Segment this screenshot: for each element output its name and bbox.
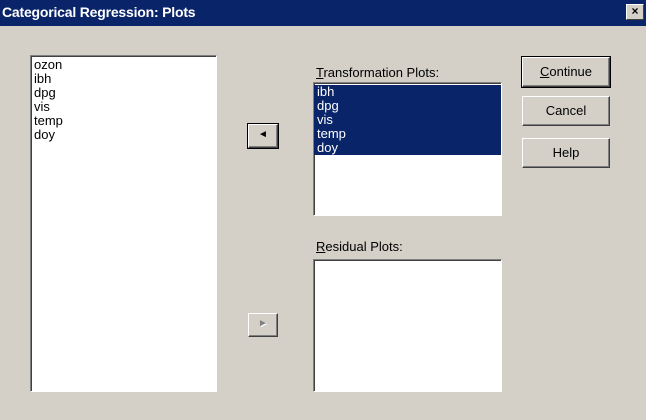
close-button[interactable]: ×: [626, 4, 644, 20]
list-item[interactable]: ibh: [314, 85, 501, 99]
list-item[interactable]: temp: [31, 114, 216, 128]
title-bar[interactable]: Categorical Regression: Plots ×: [0, 0, 646, 26]
arrow-left-icon: ◄: [258, 129, 268, 140]
arrow-right-icon: ►: [258, 318, 268, 329]
residual-plots-list[interactable]: [313, 259, 502, 392]
source-variable-list[interactable]: ozon ibh dpg vis temp doy: [30, 55, 217, 392]
help-button[interactable]: Help: [522, 138, 610, 168]
list-item[interactable]: ozon: [31, 58, 216, 72]
list-item[interactable]: vis: [314, 113, 501, 127]
transformation-plots-label: Transformation Plots:: [316, 65, 440, 80]
list-item[interactable]: dpg: [31, 86, 216, 100]
close-icon: ×: [631, 4, 639, 18]
dialog-title: Categorical Regression: Plots: [2, 4, 196, 20]
cancel-button[interactable]: Cancel: [522, 96, 610, 126]
residual-plots-label: Residual Plots:: [316, 239, 403, 254]
list-item[interactable]: temp: [314, 127, 501, 141]
continue-button[interactable]: Continue: [521, 56, 611, 88]
dialog-window: Categorical Regression: Plots × ozon ibh d…: [0, 0, 646, 420]
list-item[interactable]: vis: [31, 100, 216, 114]
list-item[interactable]: doy: [31, 128, 216, 142]
move-left-button[interactable]: ◄: [247, 123, 279, 149]
list-item[interactable]: doy: [314, 141, 501, 155]
move-right-button[interactable]: ►: [248, 313, 278, 337]
transformation-plots-list[interactable]: ibh dpg vis temp doy: [313, 82, 502, 216]
list-item[interactable]: dpg: [314, 99, 501, 113]
list-item[interactable]: ibh: [31, 72, 216, 86]
